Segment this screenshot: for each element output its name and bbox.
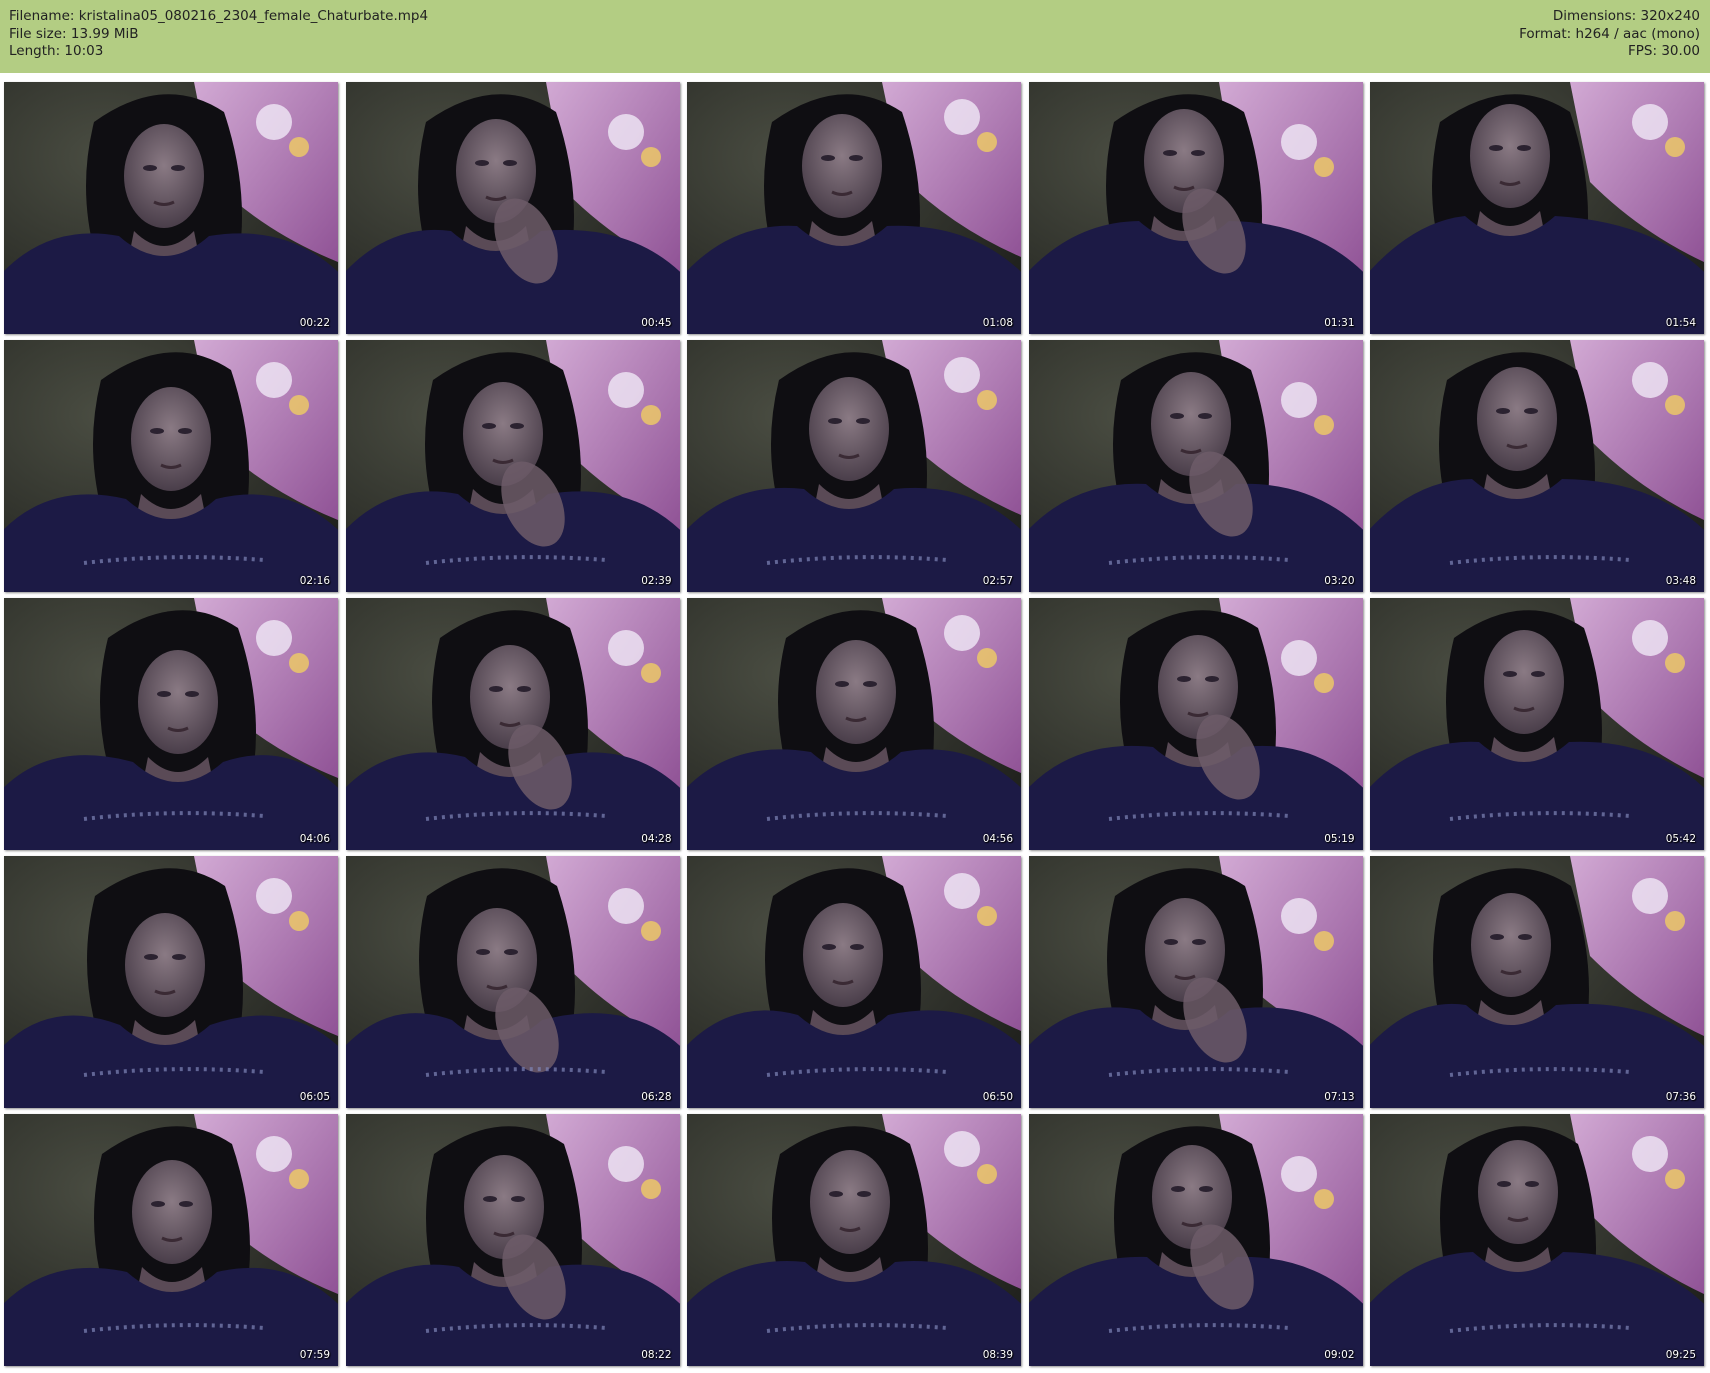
timestamp-label: 04:56	[982, 833, 1013, 845]
video-thumbnail: 04:06	[4, 598, 338, 850]
timestamp-label: 07:36	[1665, 1091, 1696, 1103]
video-thumbnail: 01:31	[1028, 82, 1363, 334]
filename-text: Filename: kristalina05_080216_2304_femal…	[9, 8, 429, 24]
frame-image	[687, 598, 1021, 850]
video-thumbnail: 01:54	[1370, 82, 1704, 334]
timestamp-label: 01:08	[982, 317, 1013, 329]
video-thumbnail: 00:45	[345, 82, 680, 334]
timestamp-label: 05:42	[1665, 833, 1696, 845]
frame-image	[4, 1114, 338, 1366]
frame-image	[687, 1114, 1021, 1366]
frame-image	[1028, 1114, 1363, 1366]
timestamp-label: 07:59	[299, 1349, 330, 1361]
timestamp-label: 01:31	[1324, 317, 1355, 329]
frame-image	[1028, 856, 1363, 1108]
frame-image	[1370, 340, 1704, 592]
frame-image	[687, 82, 1021, 334]
video-thumbnail: 09:02	[1028, 1114, 1363, 1366]
frame-image	[345, 340, 680, 592]
timestamp-label: 08:22	[641, 1349, 672, 1361]
frame-image	[1370, 598, 1704, 850]
thumbnail-grid: 00:22 00:45 01:08 01:31 01:54 02:16 02:3…	[4, 82, 1704, 1366]
video-thumbnail: 08:39	[687, 1114, 1021, 1366]
timestamp-label: 08:39	[982, 1349, 1013, 1361]
video-thumbnail: 07:59	[4, 1114, 338, 1366]
video-thumbnail: 00:22	[4, 82, 338, 334]
timestamp-label: 02:39	[641, 575, 672, 587]
timestamp-label: 06:50	[982, 1091, 1013, 1103]
timestamp-label: 02:57	[982, 575, 1013, 587]
length-text: Length: 10:03	[9, 43, 104, 59]
video-thumbnail: 07:13	[1028, 856, 1363, 1108]
frame-image	[1370, 1114, 1704, 1366]
timestamp-label: 09:25	[1665, 1349, 1696, 1361]
fps-text: FPS: 30.00	[1628, 43, 1700, 59]
timestamp-label: 03:48	[1665, 575, 1696, 587]
timestamp-label: 06:05	[299, 1091, 330, 1103]
video-thumbnail: 01:08	[687, 82, 1021, 334]
filesize-text: File size: 13.99 MiB	[9, 25, 139, 42]
timestamp-label: 02:16	[299, 575, 330, 587]
timestamp-label: 01:54	[1665, 317, 1696, 329]
video-thumbnail: 02:39	[345, 340, 680, 592]
video-thumbnail: 06:28	[345, 856, 680, 1108]
frame-image	[4, 856, 338, 1108]
video-thumbnail: 03:20	[1028, 340, 1363, 592]
timestamp-label: 05:19	[1324, 833, 1355, 845]
video-thumbnail: 02:57	[687, 340, 1021, 592]
frame-image	[4, 598, 338, 850]
frame-image	[4, 340, 338, 592]
frame-image	[1028, 340, 1363, 592]
frame-image	[345, 1114, 680, 1366]
video-thumbnail: 02:16	[4, 340, 338, 592]
video-thumbnail: 08:22	[345, 1114, 680, 1366]
timestamp-label: 04:28	[641, 833, 672, 845]
timestamp-label: 03:20	[1324, 575, 1355, 587]
frame-image	[345, 856, 680, 1108]
video-thumbnail: 05:42	[1370, 598, 1704, 850]
frame-image	[687, 340, 1021, 592]
video-thumbnail: 06:05	[4, 856, 338, 1108]
video-thumbnail: 09:25	[1370, 1114, 1704, 1366]
meta-left: Filename: kristalina05_080216_2304_femal…	[9, 8, 428, 61]
video-thumbnail: 05:19	[1028, 598, 1363, 850]
video-thumbnail: 03:48	[1370, 340, 1704, 592]
frame-image	[1370, 82, 1704, 334]
frame-image	[4, 82, 338, 334]
format-text: Format: h264 / aac (mono)	[1519, 25, 1700, 42]
frame-image	[345, 82, 680, 334]
frame-image	[345, 598, 680, 850]
timestamp-label: 07:13	[1324, 1091, 1355, 1103]
video-thumbnail: 04:56	[687, 598, 1021, 850]
timestamp-label: 00:45	[641, 317, 672, 329]
video-thumbnail: 04:28	[345, 598, 680, 850]
timestamp-label: 00:22	[299, 317, 330, 329]
frame-image	[1028, 598, 1363, 850]
video-thumbnail: 07:36	[1370, 856, 1704, 1108]
timestamp-label: 06:28	[641, 1091, 672, 1103]
dimensions-text: Dimensions: 320x240	[1552, 8, 1700, 24]
frame-image	[1028, 82, 1363, 334]
frame-image	[1370, 856, 1704, 1108]
meta-right: Dimensions: 320x240 Format: h264 / aac (…	[1519, 8, 1700, 61]
frame-image	[687, 856, 1021, 1108]
timestamp-label: 09:02	[1324, 1349, 1355, 1361]
timestamp-label: 04:06	[299, 833, 330, 845]
info-header: Filename: kristalina05_080216_2304_femal…	[0, 0, 1710, 73]
video-thumbnail: 06:50	[687, 856, 1021, 1108]
